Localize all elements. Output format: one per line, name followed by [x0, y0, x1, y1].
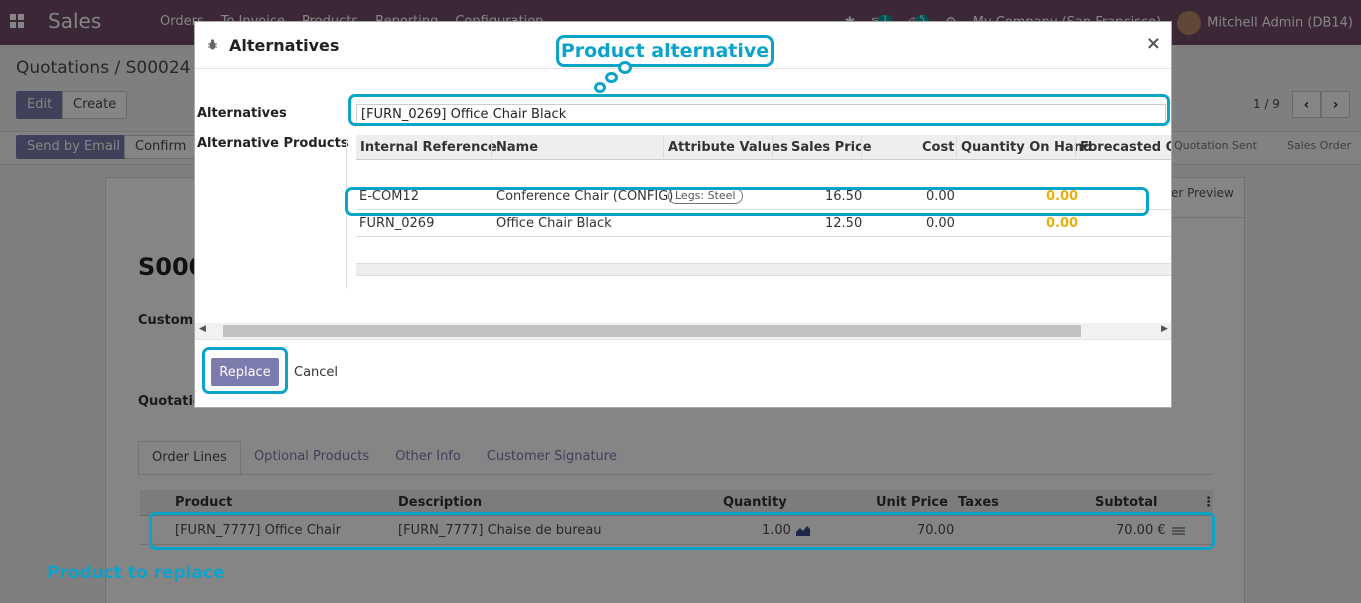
- column-sales-price[interactable]: Sales Price: [791, 135, 872, 159]
- column-divider: [861, 135, 862, 160]
- column-divider: [491, 135, 492, 160]
- callout-bubble: [605, 72, 618, 83]
- cancel-button[interactable]: Cancel: [294, 365, 338, 380]
- table-footer: [356, 264, 1171, 276]
- alternative-products-label: Alternative Products: [197, 136, 349, 151]
- product-to-replace-note: Product to replace: [47, 563, 225, 583]
- scrollbar-thumb[interactable]: [223, 325, 1081, 337]
- alternatives-field-highlight: [348, 94, 1170, 126]
- bug-icon[interactable]: [208, 39, 217, 50]
- column-divider: [956, 135, 957, 160]
- callout-bubble: [618, 61, 632, 74]
- column-name[interactable]: Name: [496, 135, 538, 159]
- column-divider: [1075, 135, 1076, 160]
- column-attribute-values[interactable]: Attribute Values: [668, 135, 788, 159]
- alt-table-header: Internal Reference Name Attribute Values…: [356, 135, 1171, 160]
- dialog-title: Alternatives: [229, 36, 340, 55]
- alternative-row-highlight: [345, 187, 1149, 216]
- column-divider: [772, 135, 773, 160]
- empty-row: [356, 237, 1171, 264]
- close-icon[interactable]: ×: [1146, 33, 1161, 54]
- scroll-right-icon[interactable]: ▶: [1161, 324, 1168, 334]
- column-cost[interactable]: Cost: [922, 135, 954, 159]
- column-forecasted-quantity[interactable]: Forecasted Quantity: [1080, 135, 1171, 159]
- column-internal-reference[interactable]: Internal Reference: [360, 135, 497, 159]
- column-quantity-on-hand[interactable]: Quantity On Hand: [961, 135, 1092, 159]
- column-divider: [663, 135, 664, 160]
- dialog-footer: Replace Cancel: [195, 339, 1171, 407]
- callout-bubble: [594, 82, 606, 93]
- alternatives-label: Alternatives: [197, 106, 287, 121]
- replace-button-highlight: [202, 347, 288, 394]
- drag-handle-icon[interactable]: [1172, 522, 1354, 540]
- product-alternative-callout: Product alternative: [556, 35, 774, 67]
- scroll-left-icon[interactable]: ◀: [199, 324, 206, 334]
- order-line-highlight: [149, 512, 1215, 550]
